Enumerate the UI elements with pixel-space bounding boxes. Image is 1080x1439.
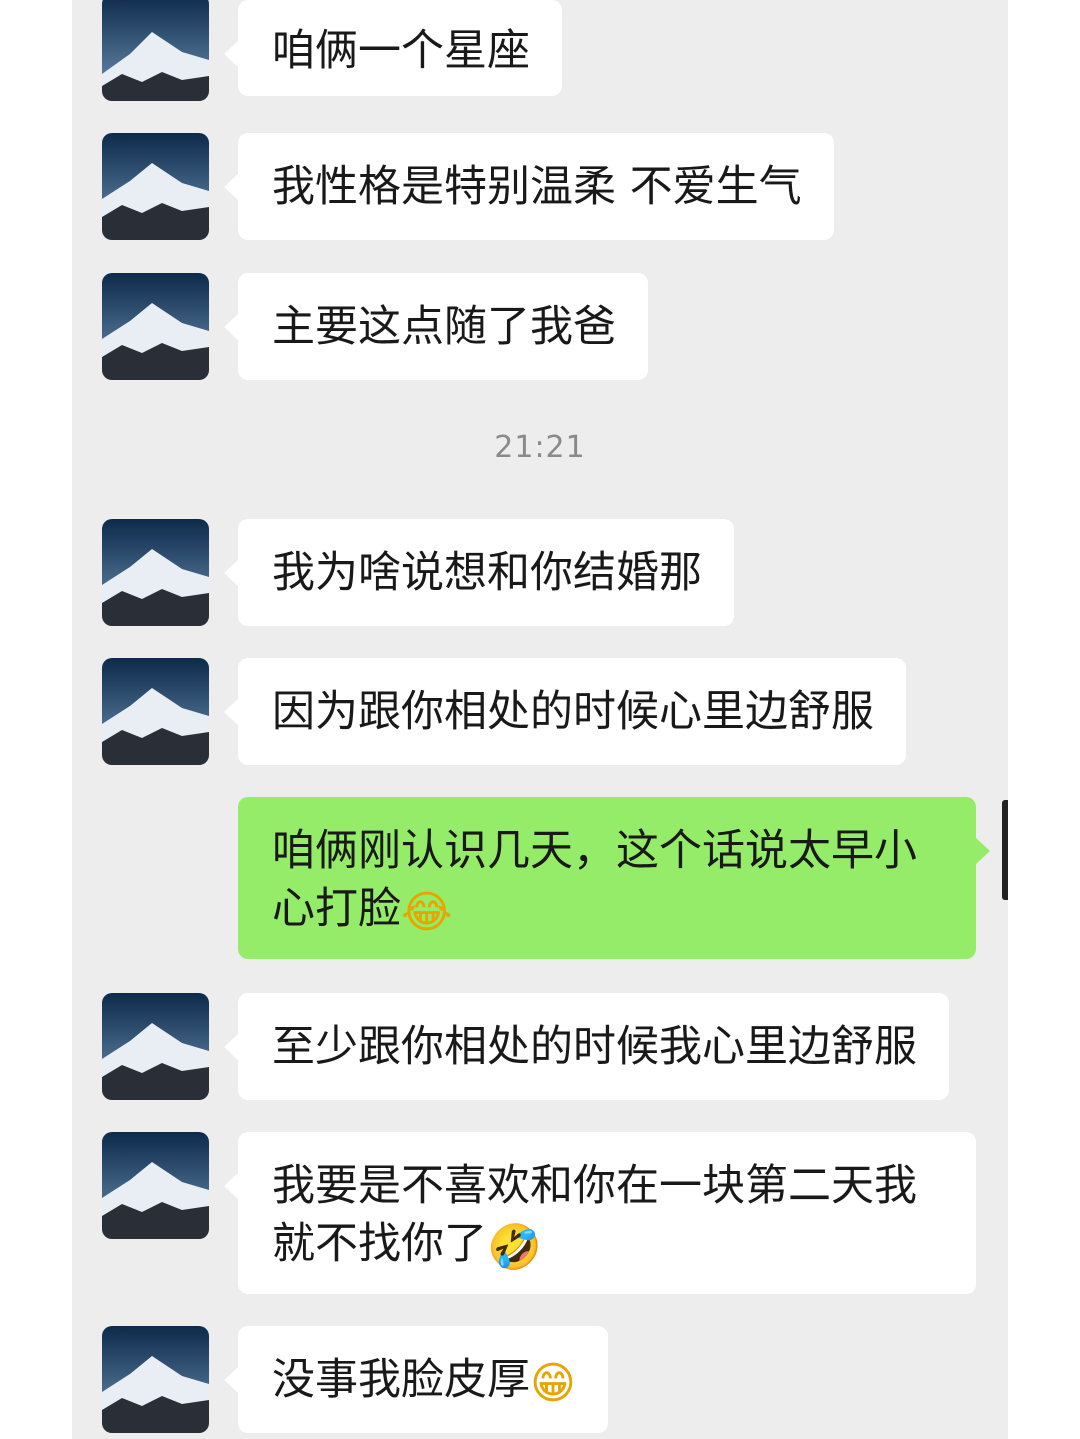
- message-text: 因为跟你相处的时候心里边舒服: [272, 687, 874, 737]
- rolling-laughing-emoji-icon: 🤣: [487, 1222, 542, 1273]
- snow-mountain-avatar-icon: [102, 133, 209, 240]
- self-avatar-edge: [1002, 800, 1008, 900]
- message-bubble[interactable]: 因为跟你相处的时候心里边舒服: [224, 658, 906, 765]
- contact-avatar[interactable]: [102, 0, 209, 101]
- message-bubble[interactable]: 我为啥说想和你结婚那: [224, 519, 734, 626]
- snow-mountain-avatar-icon: [102, 519, 209, 626]
- message-bubble[interactable]: 咱俩一个星座: [224, 0, 562, 96]
- contact-avatar[interactable]: [102, 993, 209, 1100]
- snow-mountain-avatar-icon: [102, 993, 209, 1100]
- message-text: 我性格是特别温柔 不爱生气: [272, 162, 802, 212]
- contact-avatar[interactable]: [102, 273, 209, 380]
- snow-mountain-avatar-icon: [102, 658, 209, 765]
- contact-avatar[interactable]: [102, 1326, 209, 1433]
- message-bubble[interactable]: 主要这点随了我爸: [224, 273, 648, 380]
- message-text: 咱俩刚认识几天，这个话说太早小心打脸: [272, 826, 917, 934]
- chat-timestamp: 21:21: [494, 430, 586, 465]
- contact-avatar[interactable]: [102, 658, 209, 765]
- laughing-tears-emoji-icon: 😂: [401, 887, 453, 938]
- chat-window: 咱俩一个星座 我性格是特别温柔 不爱生气 主要这点随了我爸 21:21 我为啥说…: [72, 0, 1008, 1439]
- grinning-emoji-icon: 😁: [530, 1358, 576, 1409]
- contact-avatar[interactable]: [102, 1132, 209, 1239]
- message-bubble-outgoing[interactable]: 咱俩刚认识几天，这个话说太早小心打脸😂: [238, 797, 990, 959]
- snow-mountain-avatar-icon: [102, 1132, 209, 1239]
- message-text: 我要是不喜欢和你在一块第二天我就不找你了: [272, 1161, 917, 1269]
- message-bubble[interactable]: 没事我脸皮厚😁: [224, 1326, 608, 1433]
- contact-avatar[interactable]: [102, 519, 209, 626]
- snow-mountain-avatar-icon: [102, 1326, 209, 1433]
- message-text: 没事我脸皮厚: [272, 1355, 530, 1405]
- snow-mountain-avatar-icon: [102, 273, 209, 380]
- message-bubble[interactable]: 我性格是特别温柔 不爱生气: [224, 133, 834, 240]
- message-bubble[interactable]: 我要是不喜欢和你在一块第二天我就不找你了🤣: [224, 1132, 976, 1294]
- message-text: 至少跟你相处的时候我心里边舒服: [272, 1022, 917, 1072]
- snow-mountain-avatar-icon: [102, 0, 209, 101]
- message-text: 咱俩一个星座: [272, 26, 530, 76]
- message-text: 我为啥说想和你结婚那: [272, 548, 702, 598]
- contact-avatar[interactable]: [102, 133, 209, 240]
- message-text: 主要这点随了我爸: [272, 302, 616, 352]
- message-bubble[interactable]: 至少跟你相处的时候我心里边舒服: [224, 993, 949, 1100]
